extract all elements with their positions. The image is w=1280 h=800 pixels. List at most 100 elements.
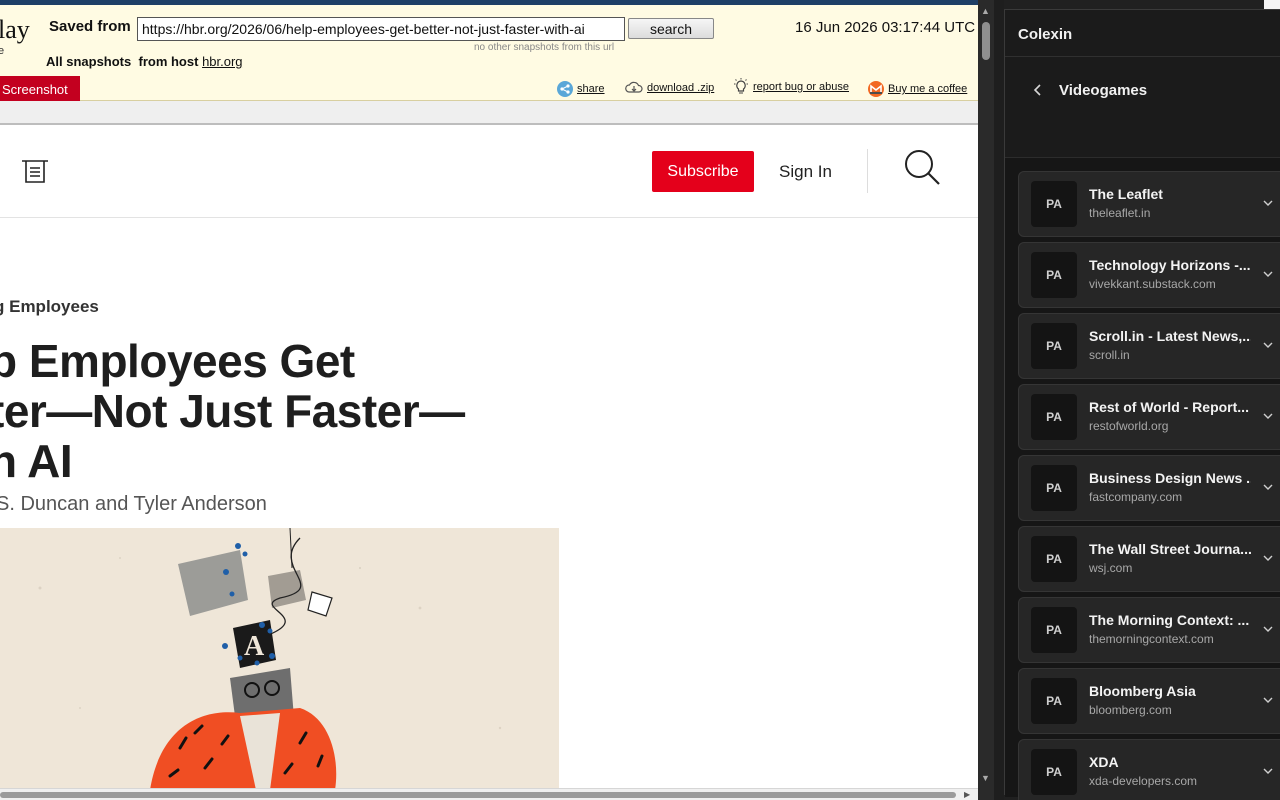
feed-card[interactable]: PA Business Design News ... fastcompany.… (1018, 455, 1280, 521)
feed-name: The Wall Street Journa... (1089, 541, 1251, 557)
download-link[interactable]: download .zip (625, 81, 714, 95)
feed-avatar: PA (1031, 181, 1077, 227)
feed-avatar: PA (1031, 536, 1077, 582)
header-divider (867, 149, 868, 193)
search-button[interactable]: search (628, 18, 714, 39)
feed-avatar: PA (1031, 678, 1077, 724)
feed-domain: xda-developers.com (1089, 774, 1198, 788)
no-other-snapshots-text: no other snapshots from this url (474, 42, 615, 53)
feed-card[interactable]: PA Bloomberg Asia bloomberg.com (1018, 668, 1280, 734)
screenshot-tab[interactable]: Screenshot (0, 76, 80, 101)
share-link[interactable]: share (557, 81, 605, 97)
feed-list: PA The Leaflet theleaflet.in PA Technolo… (1005, 157, 1280, 800)
feed-card[interactable]: PA Technology Horizons -... vivekkant.su… (1018, 242, 1280, 308)
panel-divider (1005, 56, 1280, 57)
scroll-up-arrow[interactable]: ▲ (981, 6, 990, 16)
lightbulb-icon (734, 78, 748, 94)
feed-card[interactable]: PA XDA xda-developers.com (1018, 739, 1280, 800)
scroll-down-arrow[interactable]: ▼ (981, 773, 990, 783)
feed-avatar: PA (1031, 749, 1077, 795)
feed-card[interactable]: PA Rest of World - Report... restofworld… (1018, 384, 1280, 450)
headline-line: p Employees Get (0, 335, 355, 387)
vertical-scroll-thumb[interactable] (982, 22, 990, 60)
feed-domain: scroll.in (1089, 348, 1130, 362)
report-label: report bug or abuse (753, 81, 850, 93)
scroll-right-arrow[interactable]: ▶ (964, 790, 970, 799)
chevron-down-icon[interactable] (1262, 482, 1274, 492)
feed-name: Scroll.in - Latest News,... (1089, 328, 1251, 344)
back-chevron-icon[interactable] (1031, 82, 1045, 98)
screen: lay e Saved from search no other snapsho… (0, 0, 1280, 800)
chevron-down-icon[interactable] (1262, 695, 1274, 705)
chevron-down-icon[interactable] (1262, 198, 1274, 208)
feed-name: Rest of World - Report... (1089, 399, 1249, 415)
window-corner (1264, 0, 1280, 9)
chevron-down-icon[interactable] (1262, 411, 1274, 421)
category-title: Videogames (1059, 82, 1148, 99)
search-icon[interactable] (903, 148, 941, 186)
share-label: share (577, 83, 605, 95)
subscribe-button[interactable]: Subscribe (652, 151, 754, 192)
chevron-down-icon[interactable] (1262, 340, 1274, 350)
feed-name: XDA (1089, 754, 1119, 770)
archive-logo-sub: e (0, 45, 5, 57)
chevron-down-icon[interactable] (1262, 766, 1274, 776)
feed-card[interactable]: PA The Morning Context: ... themorningco… (1018, 597, 1280, 663)
app-title: Colexin (1018, 26, 1073, 43)
hero-illustration: A (0, 528, 559, 790)
article-byline: S. Duncan and Tyler Anderson (0, 493, 267, 515)
svg-text:A: A (244, 631, 265, 662)
sign-in-link[interactable]: Sign In (779, 162, 832, 182)
feed-card[interactable]: PA The Leaflet theleaflet.in (1018, 171, 1280, 237)
horizontal-scrollbar[interactable]: ▶ (0, 788, 978, 800)
all-snapshots-label: All snapshots (46, 54, 132, 69)
feed-avatar: PA (1031, 252, 1077, 298)
headline-line: ter—Not Just Faster— (0, 385, 465, 437)
download-label: download .zip (647, 82, 715, 94)
from-host-label: from host (138, 54, 199, 69)
feed-domain: fastcompany.com (1089, 490, 1183, 504)
feed-avatar: PA (1031, 394, 1077, 440)
browser-viewport: lay e Saved from search no other snapsho… (0, 0, 978, 800)
feed-domain: vivekkant.substack.com (1089, 277, 1216, 291)
coffee-link[interactable]: Buy me a coffee (868, 81, 967, 97)
site-header: Subscribe Sign In (0, 127, 978, 218)
url-input[interactable] (137, 17, 625, 41)
share-icon (557, 81, 573, 97)
feed-name: Business Design News ... (1089, 470, 1251, 486)
feed-card[interactable]: PA The Wall Street Journa... wsj.com (1018, 526, 1280, 592)
vertical-scrollbar[interactable]: ▲ ▼ (978, 0, 994, 800)
monero-icon (868, 81, 884, 97)
chevron-down-icon[interactable] (1262, 553, 1274, 563)
chevron-down-icon[interactable] (1262, 624, 1274, 634)
feed-domain: wsj.com (1089, 561, 1133, 575)
coffee-label: Buy me a coffee (888, 83, 968, 95)
feed-name: The Morning Context: ... (1089, 612, 1250, 628)
feed-reader-panel: Colexin Videogames PA The Leaflet thelea… (1004, 9, 1280, 800)
archive-toolbar: lay e Saved from search no other snapsho… (0, 5, 978, 101)
feed-name: Bloomberg Asia (1089, 683, 1196, 699)
horizontal-scroll-thumb[interactable] (0, 792, 956, 798)
all-snapshots: All snapshots from host hbr.org (46, 54, 243, 69)
saved-from-label: Saved from (49, 18, 131, 35)
panel-gap (994, 0, 1004, 800)
feed-name: The Leaflet (1089, 186, 1163, 202)
cloud-download-icon (625, 81, 643, 93)
archive-divider (0, 101, 978, 125)
archive-logo[interactable]: lay (0, 15, 30, 45)
headline-line: h AI (0, 435, 73, 487)
article-headline: p Employees Get ter—Not Just Faster— h A… (0, 336, 589, 486)
feed-avatar: PA (1031, 465, 1077, 511)
host-link[interactable]: hbr.org (202, 54, 242, 69)
feed-domain: restofworld.org (1089, 419, 1169, 433)
article-topic[interactable]: g Employees (0, 297, 99, 317)
feed-domain: bloomberg.com (1089, 703, 1172, 717)
snapshot-timestamp: 16 Jun 2026 03:17:44 UTC (795, 19, 976, 36)
menu-icon[interactable] (21, 160, 49, 184)
feed-card[interactable]: PA Scroll.in - Latest News,... scroll.in (1018, 313, 1280, 379)
chevron-down-icon[interactable] (1262, 269, 1274, 279)
feed-domain: theleaflet.in (1089, 206, 1151, 220)
report-link[interactable]: report bug or abuse (733, 78, 849, 96)
feed-avatar: PA (1031, 323, 1077, 369)
collage-illustration: A (0, 528, 559, 790)
